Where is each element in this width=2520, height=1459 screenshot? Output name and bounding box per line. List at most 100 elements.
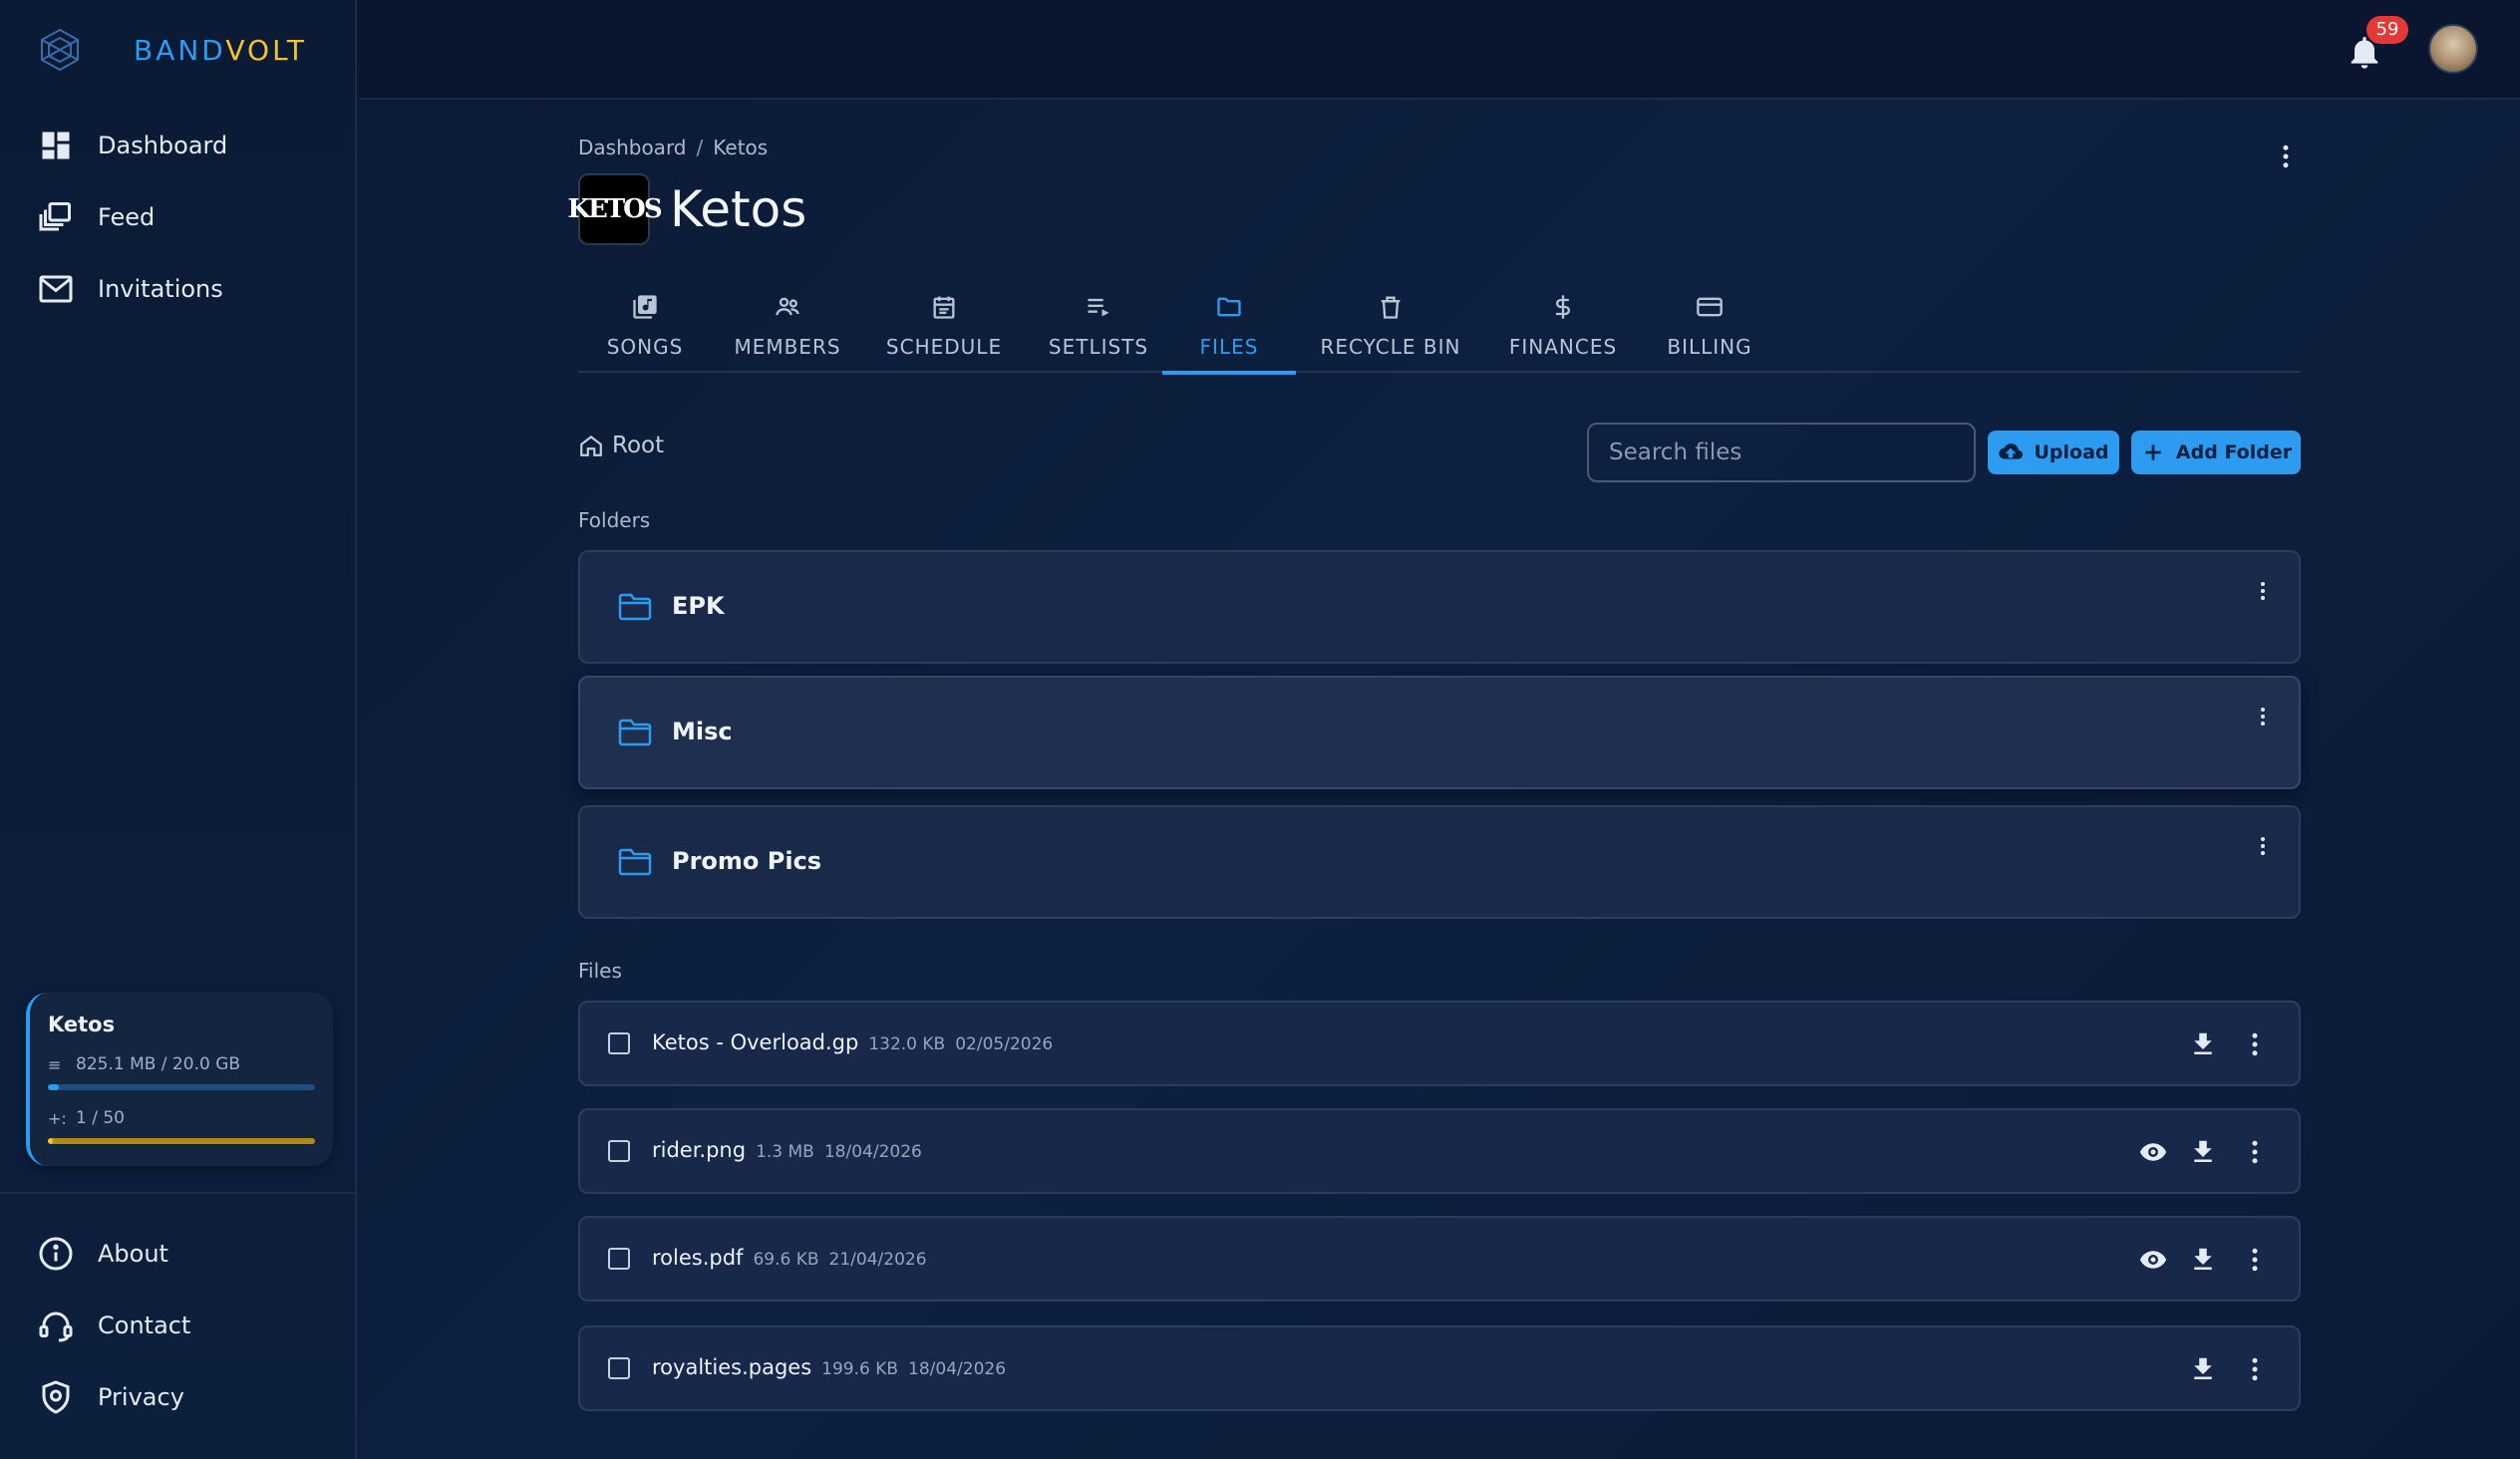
folder-options-icon[interactable] xyxy=(2251,574,2275,608)
upload-button[interactable]: Upload xyxy=(1988,431,2119,474)
file-select-checkbox[interactable] xyxy=(608,1357,630,1379)
home-icon xyxy=(580,435,602,456)
folder-item[interactable]: Promo Pics xyxy=(578,805,2301,919)
files-root-breadcrumb[interactable]: Root xyxy=(578,433,664,458)
brand[interactable]: BANDVOLT xyxy=(36,22,307,78)
band-options-menu-icon[interactable] xyxy=(2271,140,2301,173)
preview-button[interactable] xyxy=(2135,1242,2171,1278)
brand-name-part2: VOLT xyxy=(225,33,307,67)
file-options-button[interactable] xyxy=(2237,1351,2273,1387)
more-vert-icon xyxy=(2252,1357,2258,1381)
download-button[interactable] xyxy=(2185,1134,2221,1170)
file-select-checkbox[interactable] xyxy=(608,1140,630,1162)
file-options-button[interactable] xyxy=(2237,1026,2273,1062)
tab-finances[interactable]: FINANCES xyxy=(1485,289,1641,373)
file-row[interactable]: roles.pdf 69.6 KB 21/04/2026 xyxy=(578,1216,2301,1302)
sidebar-item-label: Privacy xyxy=(98,1383,184,1411)
file-date: 18/04/2026 xyxy=(908,1359,1007,1379)
members-text: 1 / 50 xyxy=(76,1108,125,1128)
tab-label: FINANCES xyxy=(1508,335,1618,359)
user-avatar[interactable] xyxy=(2428,24,2478,74)
tab-files[interactable]: FILES xyxy=(1162,289,1296,375)
add-folder-label: Add Folder xyxy=(2175,441,2293,463)
sidebar-item-invitations[interactable]: Invitations xyxy=(0,253,357,325)
page-header: KETOS Ketos xyxy=(567,173,806,245)
members-row: +: 1 / 50 xyxy=(48,1108,315,1128)
tab-members[interactable]: MEMBERS xyxy=(712,289,863,373)
plus-icon xyxy=(2145,444,2161,460)
sidebar-item-about[interactable]: About xyxy=(0,1218,357,1290)
preview-button[interactable] xyxy=(2135,1134,2171,1170)
more-vert-icon xyxy=(2252,1032,2258,1056)
download-button[interactable] xyxy=(2185,1242,2221,1278)
top-bar: 59 xyxy=(359,0,2520,100)
file-date: 02/05/2026 xyxy=(955,1034,1054,1054)
dollar-icon xyxy=(1556,295,1570,319)
brand-name: BANDVOLT xyxy=(134,34,307,67)
file-select-checkbox[interactable] xyxy=(608,1248,630,1270)
download-icon xyxy=(2194,1248,2212,1270)
storage-progress-bar xyxy=(48,1084,315,1090)
sidebar-item-label: About xyxy=(98,1240,168,1268)
sidebar-item-privacy[interactable]: Privacy xyxy=(0,1361,357,1433)
file-row[interactable]: royalties.pages 199.6 KB 18/04/2026 xyxy=(578,1325,2301,1411)
breadcrumb-dashboard-link[interactable]: Dashboard xyxy=(578,136,687,159)
download-button[interactable] xyxy=(2185,1351,2221,1387)
file-options-button[interactable] xyxy=(2237,1134,2273,1170)
eye-icon xyxy=(2139,1251,2167,1269)
tab-billing[interactable]: BILLING xyxy=(1641,289,1778,373)
calendar-icon xyxy=(933,296,955,319)
band-logo: KETOS xyxy=(567,173,663,245)
breadcrumb-separator: / xyxy=(696,136,704,159)
search-files-input[interactable] xyxy=(1587,423,1976,482)
folders-section-label: Folders xyxy=(578,508,651,532)
tab-setlists[interactable]: SETLISTS xyxy=(1025,289,1172,373)
tab-schedule[interactable]: SCHEDULE xyxy=(863,289,1025,373)
card-icon xyxy=(1697,297,1723,317)
trash-icon xyxy=(1381,296,1401,319)
folder-icon xyxy=(618,593,652,621)
file-row[interactable]: rider.png 1.3 MB 18/04/2026 xyxy=(578,1108,2301,1194)
sidebar-footer-nav: About Contact Privacy xyxy=(0,1218,357,1433)
download-icon xyxy=(2194,1140,2212,1162)
sidebar-divider xyxy=(0,1192,357,1194)
file-info: royalties.pages 199.6 KB 18/04/2026 xyxy=(652,1355,1006,1379)
more-vert-icon xyxy=(2252,1248,2258,1272)
sidebar-item-contact[interactable]: Contact xyxy=(0,1290,357,1361)
download-button[interactable] xyxy=(2185,1026,2221,1062)
storage-progress-fill xyxy=(48,1084,59,1090)
folder-item[interactable]: Misc xyxy=(578,676,2301,789)
folder-options-icon[interactable] xyxy=(2251,829,2275,863)
file-options-button[interactable] xyxy=(2237,1242,2273,1278)
tab-label: MEMBERS xyxy=(734,335,841,359)
notification-count-badge: 59 xyxy=(2366,16,2408,44)
download-icon xyxy=(2194,1357,2212,1379)
sidebar-item-dashboard[interactable]: Dashboard xyxy=(0,110,357,181)
file-row[interactable]: Ketos - Overload.gp 132.0 KB 02/05/2026 xyxy=(578,1001,2301,1086)
tab-songs[interactable]: SONGS xyxy=(578,289,712,373)
file-size: 132.0 KB xyxy=(868,1034,946,1054)
download-icon xyxy=(2194,1032,2212,1054)
sidebar: BANDVOLT Dashboard Feed Invitations Keto… xyxy=(0,0,357,1459)
sidebar-item-label: Dashboard xyxy=(98,132,228,159)
members-progress-bar xyxy=(48,1138,315,1144)
storage-icon: ≡ xyxy=(48,1054,62,1074)
file-name: royalties.pages xyxy=(652,1355,812,1379)
brand-name-part1: BAND xyxy=(134,33,226,67)
sidebar-item-feed[interactable]: Feed xyxy=(0,181,357,253)
sidebar-item-label: Invitations xyxy=(98,275,223,303)
storage-text: 825.1 MB / 20.0 GB xyxy=(76,1054,241,1074)
folder-name: Promo Pics xyxy=(672,847,822,875)
tab-label: SCHEDULE xyxy=(885,335,1003,359)
bandvolt-logo-icon xyxy=(41,28,79,72)
storage-row: ≡ 825.1 MB / 20.0 GB xyxy=(48,1054,315,1074)
tab-recycle-bin[interactable]: RECYCLE BIN xyxy=(1296,289,1485,373)
band-usage-card[interactable]: Ketos ≡ 825.1 MB / 20.0 GB +: 1 / 50 xyxy=(26,993,333,1166)
eye-icon xyxy=(2139,1143,2167,1161)
file-select-checkbox[interactable] xyxy=(608,1032,630,1054)
file-info: Ketos - Overload.gp 132.0 KB 02/05/2026 xyxy=(652,1030,1053,1054)
add-folder-button[interactable]: Add Folder xyxy=(2131,431,2301,474)
folder-options-icon[interactable] xyxy=(2251,700,2275,733)
file-size: 199.6 KB xyxy=(821,1359,899,1379)
folder-item[interactable]: EPK xyxy=(578,550,2301,664)
